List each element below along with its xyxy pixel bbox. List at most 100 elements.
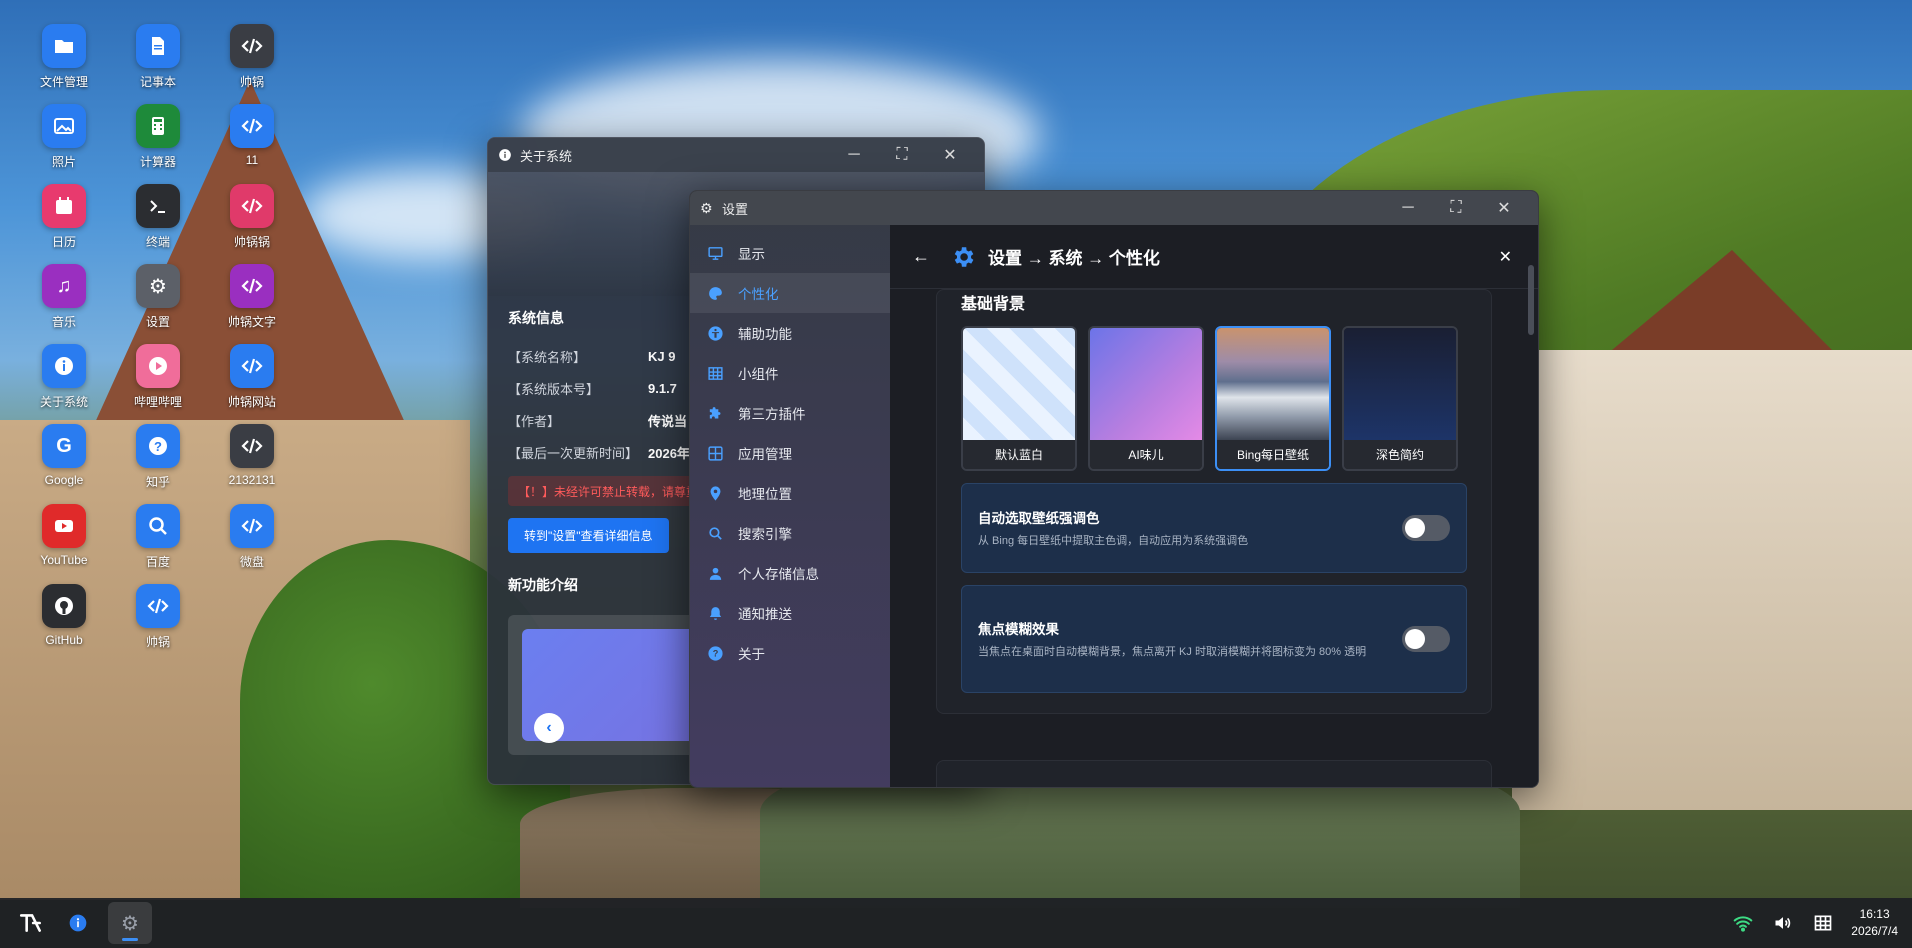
desktop-icon-terminal[interactable]: 终端 xyxy=(118,184,198,264)
info-key: 【系统名称】 xyxy=(508,349,587,365)
maximize-button[interactable]: ⛶ xyxy=(878,138,926,172)
wallpaper-option-bing[interactable]: Bing每日壁纸 xyxy=(1215,326,1331,471)
setting-title: 自动选取壁纸强调色 xyxy=(978,511,1100,526)
sidebar-item-label: 关于 xyxy=(738,647,765,662)
sidebar-item-label: 个人存储信息 xyxy=(738,567,819,582)
calculator-icon xyxy=(136,104,180,148)
desktop-icon-bilibili[interactable]: 哔哩哔哩 xyxy=(118,344,198,424)
desktop-icon-baidu[interactable]: 百度 xyxy=(118,504,198,584)
desktop-icon-file-manager[interactable]: 文件管理 xyxy=(24,24,104,104)
desktop-icon-grid: 文件管理 照片 日历 ♫ 音乐 关于系统 G Google YouTube Gi… xyxy=(24,24,276,784)
desktop-icon-google[interactable]: G Google xyxy=(24,424,104,504)
desktop-icon-photos[interactable]: 照片 xyxy=(24,104,104,184)
desktop-icon-label: 帅锅网站 xyxy=(227,395,276,409)
basic-background-group: 基础背景 默认蓝白 AI味儿 Bing每日壁纸 深色简约 自动选取壁纸强调色 从… xyxy=(936,289,1492,714)
settings-header: ← 设置 → 系统 → 个性化 ✕ xyxy=(890,225,1538,289)
taskbar-app-about[interactable] xyxy=(56,902,100,944)
desktop-icon-shuaiguoguo[interactable]: 帅锅锅 xyxy=(212,184,292,264)
desktop-icon-label: 照片 xyxy=(51,155,76,169)
music-icon: ♫ xyxy=(42,264,86,308)
wallpaper-option-ai[interactable]: AI味儿 xyxy=(1088,326,1204,471)
minimize-button[interactable]: ─ xyxy=(830,138,878,172)
desktop-icon-notepad[interactable]: 记事本 xyxy=(118,24,198,104)
clock[interactable]: 16:13 2026/7/4 xyxy=(1851,906,1898,940)
sidebar-item-accessibility[interactable]: 辅助功能 xyxy=(690,313,890,353)
desktop-icon-zhihu[interactable]: ? 知乎 xyxy=(118,424,198,504)
settings-window-title: 设置 xyxy=(722,201,749,217)
about-titlebar[interactable]: 关于系统 ─ ⛶ ✕ xyxy=(488,138,984,172)
desktop-icon-shuaiguo[interactable]: 帅锅 xyxy=(212,24,292,104)
sidebar-item-notifications[interactable]: 通知推送 xyxy=(690,593,890,633)
code-icon xyxy=(230,24,274,68)
desktop-icon-about-system[interactable]: 关于系统 xyxy=(24,344,104,424)
wallpaper-option-default[interactable]: 默认蓝白 xyxy=(961,326,1077,471)
auto-accent-toggle[interactable] xyxy=(1402,515,1450,541)
desktop-icon-label: 音乐 xyxy=(51,315,76,329)
desktop-icon-shuaiguo-site[interactable]: 帅锅网站 xyxy=(212,344,292,424)
volume-icon[interactable] xyxy=(1773,913,1793,933)
wallpaper-preview xyxy=(1090,328,1202,440)
sidebar-item-label: 个性化 xyxy=(738,287,779,302)
system-tray xyxy=(1733,913,1833,933)
desktop-icon-youtube[interactable]: YouTube xyxy=(24,504,104,584)
calendar-icon xyxy=(42,184,86,228)
sidebar-item-apps[interactable]: 应用管理 xyxy=(690,433,890,473)
wallpaper-option-dark[interactable]: 深色简约 xyxy=(1342,326,1458,471)
svg-text:?: ? xyxy=(154,439,162,454)
group-title: 基础背景 xyxy=(961,296,1026,313)
sidebar-item-search-engine[interactable]: 搜索引擎 xyxy=(690,513,890,553)
desktop-icon-label: 记事本 xyxy=(139,75,176,89)
sidebar-item-display[interactable]: 显示 xyxy=(690,233,890,273)
desktop-icon-label: 知乎 xyxy=(145,475,170,489)
desktop-icon-label: 2132131 xyxy=(228,473,276,487)
taskbar-app-settings[interactable]: ⚙ xyxy=(108,902,152,944)
desktop-icon-github[interactable]: GitHub xyxy=(24,584,104,664)
desktop-icon-shuaiguo-text[interactable]: 帅锅文字 xyxy=(212,264,292,344)
minimize-button[interactable]: ─ xyxy=(1384,191,1432,225)
info-value: KJ 9 xyxy=(648,348,676,364)
desktop-icon-label: GitHub xyxy=(45,633,83,647)
about-window-title: 关于系统 xyxy=(520,148,573,164)
sidebar-item-label: 辅助功能 xyxy=(738,327,792,342)
desktop-icon-calculator[interactable]: 计算器 xyxy=(118,104,198,184)
wallpaper-label: 深色简约 xyxy=(1344,440,1456,469)
maximize-button[interactable]: ⛶ xyxy=(1432,191,1480,225)
sidebar-item-personal-storage[interactable]: 个人存储信息 xyxy=(690,553,890,593)
desktop-icon-label: 设置 xyxy=(145,315,170,329)
desktop-icon-settings[interactable]: ⚙ 设置 xyxy=(118,264,198,344)
desktop-icon-2132131[interactable]: 2132131 xyxy=(212,424,292,504)
desktop-icon-music[interactable]: ♫ 音乐 xyxy=(24,264,104,344)
desktop-icon-label: 帅锅文字 xyxy=(227,315,276,329)
gear-icon: ⚙ xyxy=(136,264,180,308)
start-logo-icon[interactable] xyxy=(14,906,48,940)
back-arrow-icon[interactable]: ← xyxy=(912,246,930,267)
desktop-icon-shuaiguo-2[interactable]: 帅锅 xyxy=(118,584,198,664)
settings-titlebar[interactable]: ⚙ 设置 ─ ⛶ ✕ xyxy=(690,191,1538,225)
sidebar-item-location[interactable]: 地理位置 xyxy=(690,473,890,513)
desktop-icon-weipan[interactable]: 微盘 xyxy=(212,504,292,584)
location-icon xyxy=(706,484,724,502)
close-button[interactable]: ✕ xyxy=(926,138,974,172)
carousel-prev-button[interactable]: ‹ xyxy=(534,713,564,743)
goto-settings-button[interactable]: 转到"设置"查看详细信息 xyxy=(508,518,669,553)
sidebar-item-label: 搜索引擎 xyxy=(738,527,792,542)
settings-window[interactable]: ⚙ 设置 ─ ⛶ ✕ 显示 个性化 辅助功能 小组件 第三方插件 应用管理 地理… xyxy=(689,190,1539,788)
focus-blur-toggle[interactable] xyxy=(1402,626,1450,652)
grid-icon[interactable] xyxy=(1813,913,1833,933)
desktop-icon-calendar[interactable]: 日历 xyxy=(24,184,104,264)
wifi-icon[interactable] xyxy=(1733,913,1753,933)
scrollbar-thumb[interactable] xyxy=(1528,265,1534,335)
desktop-icon-label: 日历 xyxy=(51,235,76,249)
sidebar-item-personalization[interactable]: 个性化 xyxy=(690,273,890,313)
play-icon xyxy=(136,344,180,388)
close-button[interactable]: ✕ xyxy=(1480,191,1528,225)
settings-scroll-area[interactable]: 基础背景 默认蓝白 AI味儿 Bing每日壁纸 深色简约 自动选取壁纸强调色 从… xyxy=(890,289,1538,787)
desktop-icon-11[interactable]: 11 xyxy=(212,104,292,184)
close-panel-button[interactable]: ✕ xyxy=(1499,247,1512,267)
terminal-icon xyxy=(136,184,180,228)
sidebar-item-widgets[interactable]: 小组件 xyxy=(690,353,890,393)
sidebar-item-plugins[interactable]: 第三方插件 xyxy=(690,393,890,433)
notepad-icon xyxy=(136,24,180,68)
desktop-icon-label: 百度 xyxy=(145,555,170,569)
sidebar-item-about[interactable]: ? 关于 xyxy=(690,633,890,673)
